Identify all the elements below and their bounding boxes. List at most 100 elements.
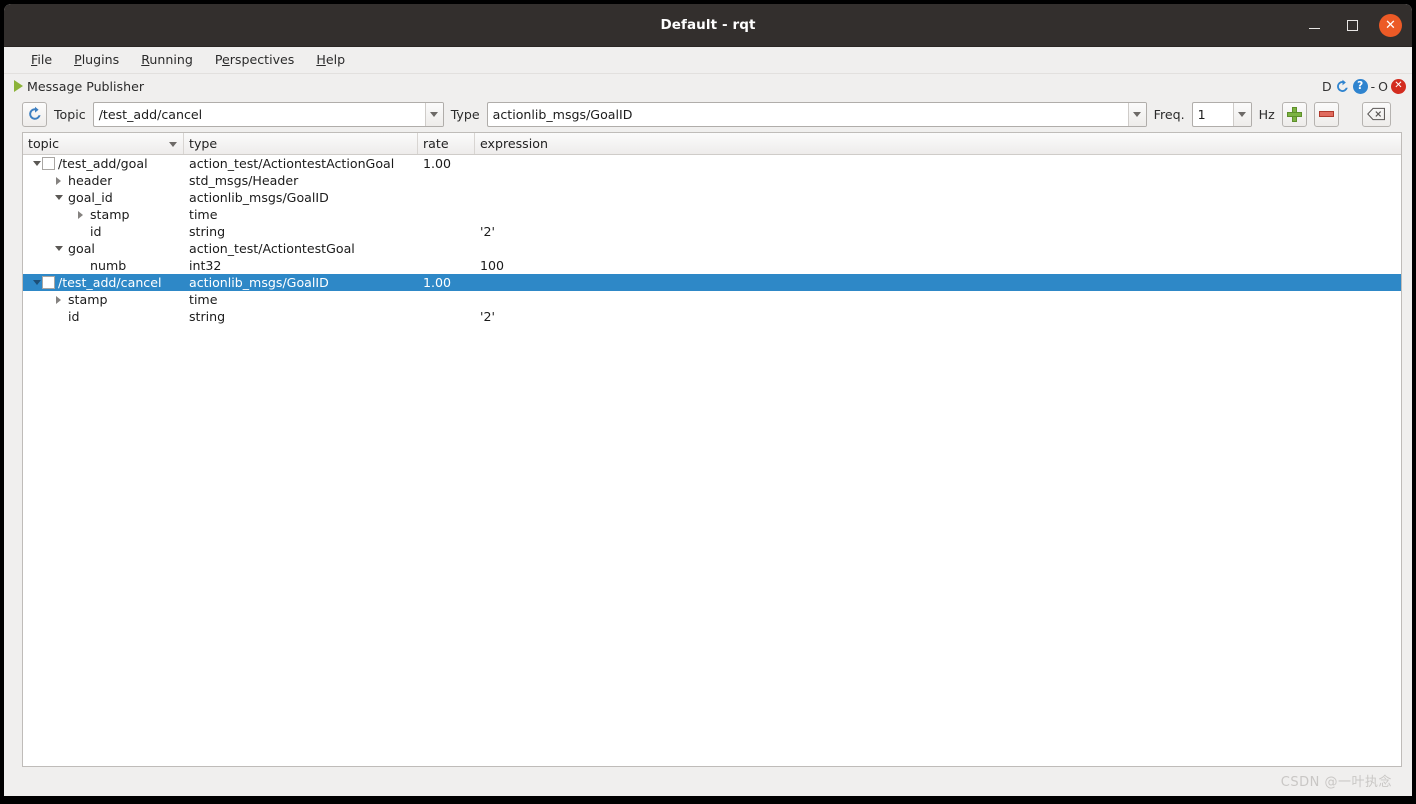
tree-cell-rate[interactable]: 1.00 [418, 156, 475, 171]
chevron-down-icon [430, 111, 439, 117]
expander-open-icon[interactable] [31, 155, 42, 172]
publish-checkbox[interactable] [42, 276, 55, 289]
tree-cell-type[interactable]: action_test/ActiontestGoal [184, 241, 418, 256]
topic-dropdown-arrow[interactable] [424, 102, 443, 126]
tree-cell-type[interactable]: string [184, 224, 418, 239]
tree-cell-type[interactable]: time [184, 207, 418, 222]
tree-cell-topic[interactable]: goal_id [23, 189, 184, 206]
tree-cell-topic[interactable]: id [23, 308, 184, 325]
rqt-window: Default - rqt ✕ File Plugins Running Per… [4, 4, 1412, 796]
tree-row[interactable]: goal action_test/ActiontestGoal [23, 240, 1401, 257]
topic-combobox[interactable]: /test_add/cancel [92, 101, 444, 127]
tree-cell-rate[interactable]: 1.00 [418, 275, 475, 290]
expander-open-icon[interactable] [31, 274, 42, 291]
expander-open-icon[interactable] [53, 240, 64, 257]
column-header-expression-label: expression [480, 136, 548, 151]
remove-publisher-button[interactable] [1313, 101, 1339, 127]
tree-row[interactable]: stamp time [23, 291, 1401, 308]
tree-body[interactable]: /test_add/goal action_test/ActiontestActi… [23, 155, 1401, 766]
freq-value[interactable]: 1 [1193, 103, 1233, 126]
expander-open-icon[interactable] [53, 189, 64, 206]
expander-placeholder [75, 223, 86, 240]
column-header-topic-label: topic [28, 136, 60, 151]
menu-plugins[interactable]: Plugins [63, 48, 130, 72]
publish-checkbox[interactable] [42, 157, 55, 170]
tree-cell-topic[interactable]: id [23, 223, 184, 240]
add-publisher-button[interactable] [1281, 101, 1307, 127]
tree-row[interactable]: stamp time [23, 206, 1401, 223]
tree-cell-topic[interactable]: stamp [23, 291, 184, 308]
tree-header-row: topic type rate expression [23, 133, 1401, 155]
maximize-button[interactable] [1341, 14, 1363, 36]
tree-topic-label: goal_id [68, 190, 113, 205]
tree-cell-expression[interactable]: 100 [475, 258, 1401, 273]
type-value[interactable]: actionlib_msgs/GoalID [488, 103, 1128, 126]
publisher-tree[interactable]: topic type rate expression /test_add/goa… [22, 132, 1402, 767]
refresh-icon [28, 106, 41, 120]
tree-row[interactable]: goal_id actionlib_msgs/GoalID [23, 189, 1401, 206]
title-bar: Default - rqt ✕ [4, 4, 1412, 47]
help-icon[interactable]: ? [1352, 78, 1368, 94]
plugin-title: Message Publisher [27, 78, 145, 94]
tree-cell-type[interactable]: time [184, 292, 418, 307]
expander-closed-icon[interactable] [53, 291, 64, 308]
column-header-type[interactable]: type [184, 133, 418, 154]
clear-publishers-button[interactable] [1361, 101, 1391, 127]
minimize-button[interactable] [1303, 14, 1325, 36]
tree-row[interactable]: id string '2' [23, 223, 1401, 240]
tree-topic-label: goal [68, 241, 95, 256]
tree-cell-type[interactable]: std_msgs/Header [184, 173, 418, 188]
tree-cell-type[interactable]: actionlib_msgs/GoalID [184, 190, 418, 205]
freq-spinbox[interactable]: 1 [1191, 101, 1252, 127]
menu-running[interactable]: Running [130, 48, 204, 72]
tree-cell-topic[interactable]: stamp [23, 206, 184, 223]
tree-row[interactable]: numb int32 100 [23, 257, 1401, 274]
tree-cell-expression[interactable]: '2' [475, 309, 1401, 324]
type-dropdown-arrow[interactable] [1127, 102, 1146, 126]
tree-cell-type[interactable]: actionlib_msgs/GoalID [184, 275, 418, 290]
tree-topic-label: stamp [90, 207, 130, 222]
tree-cell-type[interactable]: int32 [184, 258, 418, 273]
tree-cell-type[interactable]: action_test/ActiontestActionGoal [184, 156, 418, 171]
sort-indicator-icon [169, 142, 177, 147]
freq-dropdown-arrow[interactable] [1232, 102, 1251, 126]
column-header-expression[interactable]: expression [475, 133, 1401, 154]
tree-cell-topic[interactable]: goal [23, 240, 184, 257]
tree-cell-type[interactable]: string [184, 309, 418, 324]
menu-file[interactable]: File [20, 48, 63, 72]
tree-row[interactable]: /test_add/goal action_test/ActiontestActi… [23, 155, 1401, 172]
reload-icon[interactable] [1335, 79, 1350, 94]
tree-cell-topic[interactable]: numb [23, 257, 184, 274]
menu-perspectives[interactable]: Perspectives [204, 48, 306, 72]
triangle-down-icon [32, 280, 41, 285]
tree-row[interactable]: id string '2' [23, 308, 1401, 325]
topic-value[interactable]: /test_add/cancel [94, 103, 425, 126]
plugin-header-bar: Message Publisher D ? - O ✕ [4, 74, 1412, 98]
expander-closed-icon[interactable] [53, 172, 64, 189]
window-close-button[interactable]: ✕ [1379, 13, 1402, 37]
tree-topic-label: header [68, 173, 113, 188]
column-header-rate[interactable]: rate [418, 133, 475, 154]
tree-row[interactable]: header std_msgs/Header [23, 172, 1401, 189]
menu-help[interactable]: Help [305, 48, 356, 72]
triangle-down-icon [32, 161, 41, 166]
tree-row[interactable]: /test_add/cancel actionlib_msgs/GoalID 1.0… [23, 274, 1401, 291]
tree-topic-label: id [68, 309, 80, 324]
topic-label: Topic [54, 106, 86, 122]
type-combobox[interactable]: actionlib_msgs/GoalID [486, 101, 1147, 127]
plugin-title-group: Message Publisher [14, 79, 144, 94]
tree-cell-expression[interactable]: '2' [475, 224, 1401, 239]
hz-label: Hz [1258, 106, 1275, 122]
tree-cell-topic[interactable]: /test_add/goal [23, 155, 184, 172]
plugin-close-icon[interactable]: ✕ [1391, 78, 1406, 94]
chevron-down-icon [1133, 111, 1142, 117]
tree-cell-topic[interactable]: header [23, 172, 184, 189]
minimize-icon [1308, 27, 1320, 30]
refresh-topics-button[interactable] [22, 101, 47, 127]
menu-bar: File Plugins Running Perspectives Help [4, 47, 1412, 74]
tree-cell-topic[interactable]: /test_add/cancel [23, 274, 184, 291]
column-header-topic[interactable]: topic [23, 133, 184, 154]
column-header-rate-label: rate [423, 136, 449, 151]
backspace-icon [1366, 107, 1385, 121]
expander-closed-icon[interactable] [75, 206, 86, 223]
